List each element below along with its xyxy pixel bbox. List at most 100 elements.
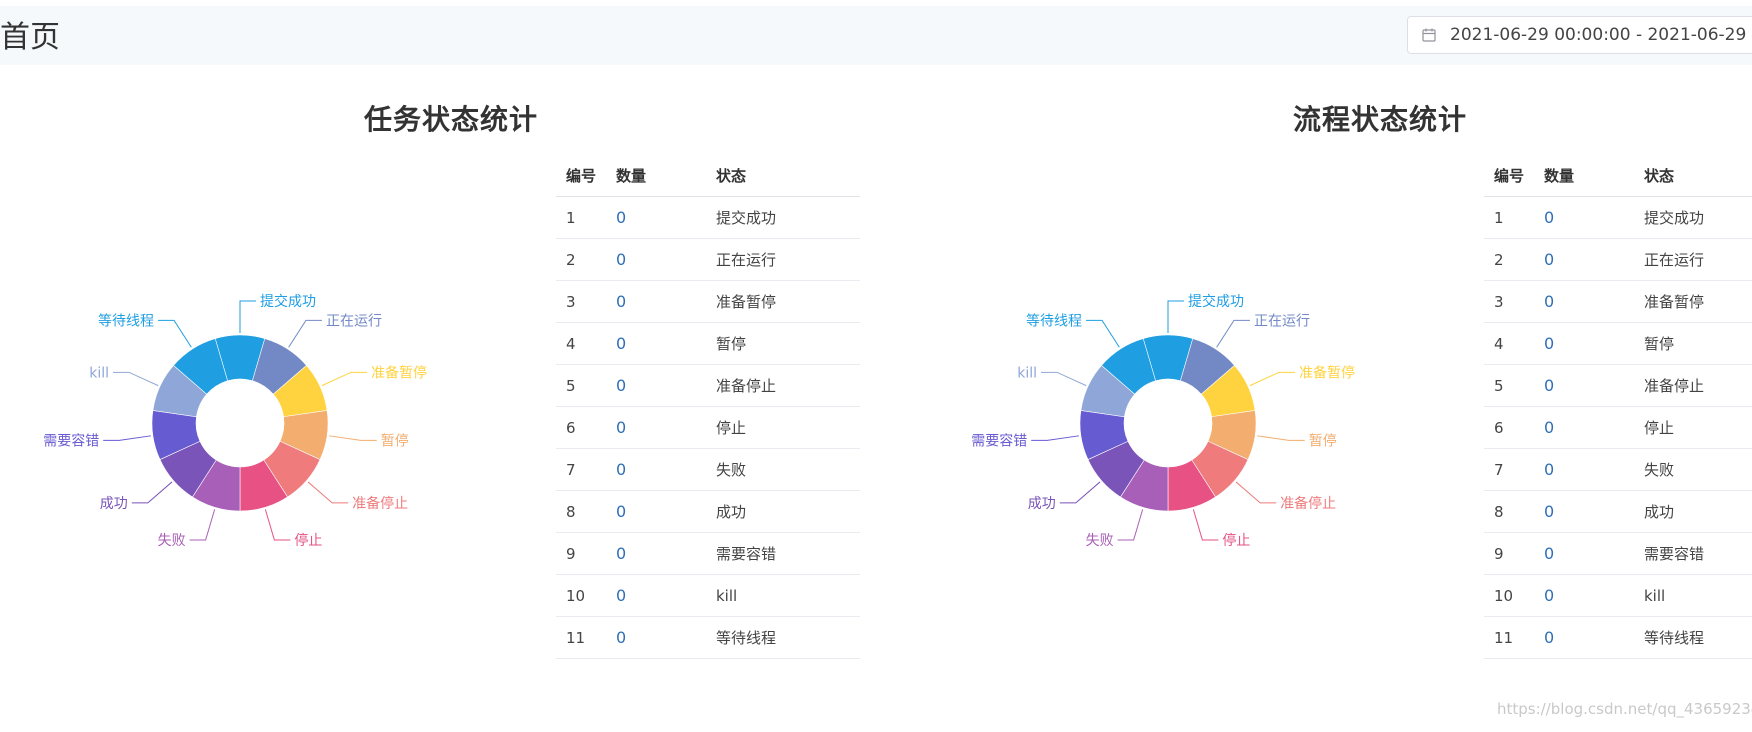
table-row: 1 0 提交成功	[1484, 196, 1752, 239]
table-row: 10 0 kill	[1484, 574, 1752, 617]
row-status: 暂停	[1634, 322, 1752, 365]
donut-leader-line	[1167, 300, 1184, 333]
donut-label: 等待线程	[1026, 312, 1082, 329]
row-count: 0	[606, 490, 706, 533]
row-count: 0	[1534, 406, 1634, 449]
donut-leader-line	[288, 319, 322, 348]
column-header-count: 数量	[606, 154, 706, 197]
row-count: 0	[606, 196, 706, 239]
table-row: 3 0 准备暂停	[1484, 280, 1752, 323]
row-number: 2	[556, 238, 606, 281]
row-status: 需要容错	[706, 532, 860, 575]
donut-leader-line	[189, 509, 216, 541]
flow-status-panel: 流程状态统计 提交成功 正在运行 准备暂停 暂停 准备停止 停止 失败 成功 需要容错 kill 等…	[928, 80, 1752, 700]
row-count: 0	[606, 574, 706, 617]
table-header-row: 编号 数量 状态	[556, 154, 860, 197]
donut-leader-line	[1235, 481, 1277, 504]
donut-leader-line	[321, 371, 367, 387]
row-number: 1	[556, 196, 606, 239]
table-row: 6 0 停止	[1484, 406, 1752, 449]
watermark: https://blog.csdn.net/qq_43659234	[1497, 700, 1752, 718]
row-count: 0	[1534, 196, 1634, 239]
donut-leader-line	[329, 435, 377, 441]
table-row: 10 0 kill	[556, 574, 860, 617]
table-row: 8 0 成功	[1484, 490, 1752, 533]
donut-label: 等待线程	[98, 312, 154, 329]
table-row: 9 0 需要容错	[1484, 532, 1752, 575]
donut-label: 提交成功	[1188, 293, 1244, 310]
row-status: 停止	[706, 406, 860, 449]
row-number: 10	[556, 574, 606, 617]
row-status: kill	[706, 574, 860, 617]
row-number: 6	[556, 406, 606, 449]
donut-label: 失败	[158, 533, 186, 549]
date-range-picker[interactable]: 2021-06-29 00:00:00 - 2021-06-29 10:1	[1407, 16, 1752, 54]
row-number: 6	[1484, 406, 1534, 449]
row-count: 0	[1534, 238, 1634, 281]
donut-label: 需要容错	[43, 432, 99, 449]
donut-leader-line	[1257, 435, 1305, 441]
row-number: 3	[1484, 280, 1534, 323]
table-row: 2 0 正在运行	[1484, 238, 1752, 281]
donut-leader-line	[1041, 371, 1087, 387]
row-number: 9	[556, 532, 606, 575]
row-count: 0	[1534, 574, 1634, 617]
calendar-icon	[1422, 28, 1436, 42]
task-status-panel: 任务状态统计 提交成功 正在运行 准备暂停 暂停 准备停止 停止 失败 成功 需要容错 kill 等…	[0, 80, 880, 700]
flow-status-donut-chart: 提交成功正在运行准备暂停暂停准备停止停止 失败 成功 需要容错 kill 等待线程	[971, 293, 1355, 549]
row-number: 3	[556, 280, 606, 323]
column-header-status: 状态	[1634, 154, 1752, 197]
row-status: 提交成功	[706, 196, 860, 239]
donut-label: 需要容错	[971, 432, 1027, 449]
row-status: 准备停止	[1634, 364, 1752, 407]
row-number: 9	[1484, 532, 1534, 575]
donut-leader-line	[103, 435, 151, 441]
row-count: 0	[1534, 280, 1634, 323]
donut-leader-line	[1216, 319, 1250, 348]
page-title: 首页	[0, 20, 60, 55]
table-row: 7 0 失败	[1484, 448, 1752, 491]
donut-leader-line	[307, 481, 349, 504]
row-status: 暂停	[706, 322, 860, 365]
row-number: 5	[1484, 364, 1534, 407]
donut-leader-line	[1117, 509, 1144, 541]
donut-label: kill	[1017, 365, 1037, 381]
donut-label: 暂停	[1309, 432, 1337, 449]
donut-label: 停止	[1222, 532, 1250, 549]
row-count: 0	[606, 322, 706, 365]
row-status: 需要容错	[1634, 532, 1752, 575]
donut-leader-line	[1059, 481, 1101, 504]
task-status-donut-chart: 提交成功正在运行准备暂停暂停准备停止停止 失败 成功 需要容错 kill 等待线程	[43, 293, 427, 549]
row-count: 0	[1534, 532, 1634, 575]
donut-label: 暂停	[381, 432, 409, 449]
row-status: 失败	[1634, 448, 1752, 491]
row-status: 等待线程	[706, 616, 860, 659]
row-count: 0	[606, 364, 706, 407]
table-row: 5 0 准备停止	[556, 364, 860, 407]
donut-label: 停止	[294, 532, 322, 549]
donut-label: 失败	[1086, 533, 1114, 549]
row-number: 4	[1484, 322, 1534, 365]
row-count: 0	[606, 616, 706, 659]
row-number: 7	[556, 448, 606, 491]
donut-leader-line	[1031, 435, 1079, 441]
donut-label: 提交成功	[260, 293, 316, 310]
row-status: 提交成功	[1634, 196, 1752, 239]
table-row: 6 0 停止	[556, 406, 860, 449]
row-status: 等待线程	[1634, 616, 1752, 659]
row-number: 7	[1484, 448, 1534, 491]
table-row: 8 0 成功	[556, 490, 860, 533]
donut-leader-line	[158, 319, 192, 348]
table-row: 5 0 准备停止	[1484, 364, 1752, 407]
row-count: 0	[606, 532, 706, 575]
donut-leader-line	[239, 300, 256, 333]
donut-leader-line	[1249, 371, 1295, 387]
row-count: 0	[1534, 616, 1634, 659]
table-header-row: 编号 数量 状态	[1484, 154, 1752, 197]
donut-label: 准备停止	[352, 495, 408, 512]
donut-label: 正在运行	[1254, 313, 1310, 329]
row-status: 成功	[1634, 490, 1752, 533]
date-range-value: 2021-06-29 00:00:00 - 2021-06-29 10:1	[1450, 25, 1752, 45]
row-status: kill	[1634, 574, 1752, 617]
row-number: 10	[1484, 574, 1534, 617]
